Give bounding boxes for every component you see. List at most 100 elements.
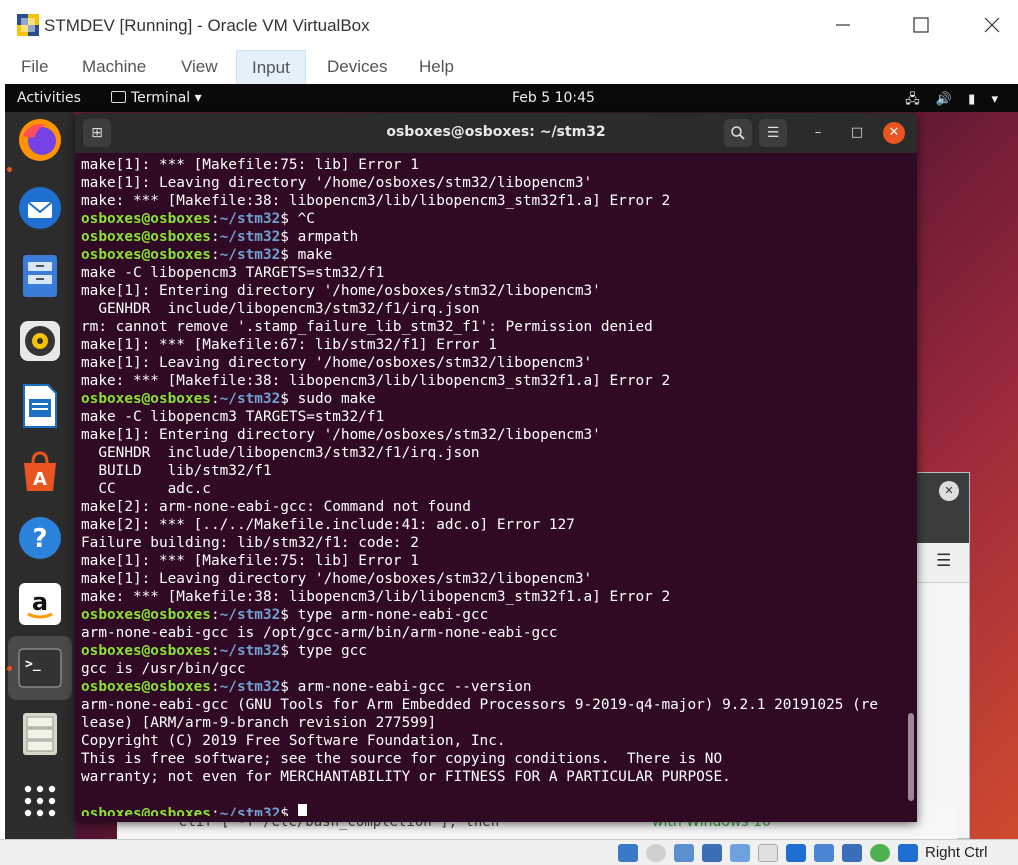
terminal-line: osboxes@osboxes:~/stm32$ type gcc [81, 642, 907, 660]
terminal-scrollbar[interactable] [908, 713, 914, 801]
terminal-headerbar[interactable]: ⊞ osboxes@osboxes: ~/stm32 ☰ – □ ✕ [75, 113, 917, 153]
clock[interactable]: Feb 5 10:45 [512, 90, 595, 106]
activities-button[interactable]: Activities [17, 90, 81, 106]
terminal-line: osboxes@osboxes:~/stm32$ [81, 804, 907, 816]
prompt-user: osboxes@osboxes [81, 607, 211, 623]
terminal-small-icon [111, 91, 126, 103]
terminal-line: make[1]: Leaving directory '/home/osboxe… [81, 354, 907, 372]
software-icon[interactable]: A [16, 447, 64, 495]
background-menu-icon[interactable]: ☰ [936, 551, 951, 571]
running-indicator [7, 666, 12, 671]
prompt-command: $ type arm-none-eabi-gcc [280, 607, 489, 623]
prompt-colon: : [210, 229, 220, 245]
output-text: make[1]: *** [Makefile:75: lib] Error 1 [81, 553, 419, 569]
recording-icon[interactable] [814, 844, 834, 862]
terminal-line: gcc is /usr/bin/gcc [81, 660, 907, 678]
terminal-line: arm-none-eabi-gcc (GNU Tools for Arm Emb… [81, 696, 907, 714]
help-icon[interactable]: ? [16, 514, 64, 562]
menu-machine[interactable]: Machine [67, 50, 161, 84]
maximize-icon[interactable]: □ [847, 123, 867, 143]
window-title: STMDEV [Running] - Oracle VM VirtualBox [44, 16, 370, 35]
app-menu-terminal[interactable]: Terminal ▾ [111, 90, 202, 106]
files-icon[interactable] [16, 252, 64, 300]
search-icon[interactable] [724, 119, 752, 147]
terminal-line: arm-none-eabi-gcc is /opt/gcc-arm/bin/ar… [81, 624, 907, 642]
hamburger-menu-icon[interactable]: ☰ [759, 119, 787, 147]
rhythmbox-icon[interactable] [16, 317, 64, 365]
audio-icon[interactable] [674, 844, 694, 862]
menu-view[interactable]: View [166, 50, 233, 84]
close-icon[interactable]: ✕ [883, 122, 905, 144]
vbox-menubar: File Machine View Input Devices Help [0, 50, 1018, 84]
hard-disk-icon[interactable] [618, 844, 638, 862]
optical-drive-icon[interactable] [646, 844, 666, 862]
libreoffice-writer-icon[interactable] [16, 382, 64, 430]
running-indicator [7, 167, 12, 172]
prompt-path: ~/stm32 [219, 247, 281, 263]
host-key-label: Right Ctrl [925, 844, 988, 861]
keyboard-capture-icon[interactable] [898, 844, 918, 862]
file-cabinet-icon[interactable] [16, 710, 64, 758]
terminal-line: osboxes@osboxes:~/stm32$ armpath [81, 228, 907, 246]
text-cursor [297, 804, 307, 816]
output-text: BUILD lib/stm32/f1 [81, 463, 272, 479]
terminal-line: make -C libopencm3 TARGETS=stm32/f1 [81, 264, 907, 282]
terminal-line: Copyright (C) 2019 Free Software Foundat… [81, 732, 907, 750]
terminal-window[interactable]: ⊞ osboxes@osboxes: ~/stm32 ☰ – □ ✕ make[… [75, 113, 917, 822]
terminal-line: This is free software; see the source fo… [81, 750, 907, 768]
terminal-line: make[1]: *** [Makefile:75: lib] Error 1 [81, 552, 907, 570]
prompt-path: ~/stm32 [219, 679, 281, 695]
terminal-line: warranty; not even for MERCHANTABILITY o… [81, 768, 907, 786]
close-icon[interactable] [981, 14, 1003, 36]
output-text: make -C libopencm3 TARGETS=stm32/f1 [81, 409, 385, 425]
prompt-user: osboxes@osboxes [81, 391, 211, 407]
output-text: make: *** [Makefile:38: libopencm3/lib/l… [81, 589, 671, 605]
menu-devices[interactable]: Devices [312, 50, 402, 84]
terminal-line: make[1]: Leaving directory '/home/osboxe… [81, 174, 907, 192]
amazon-icon[interactable]: a [16, 580, 64, 628]
terminal-output[interactable]: make[1]: *** [Makefile:75: lib] Error 1 m… [81, 156, 907, 816]
menu-help[interactable]: Help [404, 50, 469, 84]
terminal-line: GENHDR include/libopencm3/stm32/f1/irq.j… [81, 300, 907, 318]
terminal-line: osboxes@osboxes:~/stm32$ make [81, 246, 907, 264]
terminal-line: CC adc.c [81, 480, 907, 498]
usb-icon[interactable] [730, 844, 750, 862]
shared-folders-icon[interactable] [758, 844, 778, 862]
output-text: Copyright (C) 2019 Free Software Foundat… [81, 733, 506, 749]
app-grid-icon[interactable] [16, 777, 64, 825]
prompt-user: osboxes@osboxes [81, 643, 211, 659]
ubuntu-dock: A ? a >_ [5, 112, 75, 839]
output-text: make[1]: *** [Makefile:75: lib] Error 1 [81, 157, 419, 173]
network-icon[interactable] [702, 844, 722, 862]
mouse-integration-icon[interactable] [870, 844, 890, 862]
terminal-title: osboxes@osboxes: ~/stm32 [386, 124, 606, 140]
maximize-icon[interactable] [910, 14, 932, 36]
firefox-icon[interactable] [16, 116, 64, 164]
output-text: Failure building: lib/stm32/f1: code: 2 [81, 535, 419, 551]
guest-desktop: Activities Terminal ▾ Feb 5 10:45 🖧 🔊 ▮ … [5, 84, 1018, 839]
minimize-icon[interactable] [832, 14, 854, 36]
terminal-icon[interactable]: >_ [16, 644, 64, 692]
menu-file[interactable]: File [6, 50, 63, 84]
prompt-path: ~/stm32 [219, 806, 281, 816]
prompt-colon: : [210, 643, 220, 659]
display-icon[interactable] [786, 844, 806, 862]
thunderbird-icon[interactable] [16, 184, 64, 232]
prompt-command: $ armpath [280, 229, 359, 245]
output-text: CC adc.c [81, 481, 211, 497]
terminal-line: osboxes@osboxes:~/stm32$ sudo make [81, 390, 907, 408]
amazon-glyph: a [32, 588, 48, 616]
software-glyph: A [33, 469, 47, 490]
prompt-colon: : [210, 806, 220, 816]
menu-input[interactable]: Input [236, 50, 306, 84]
terminal-line: make[2]: *** [../../Makefile.include:41:… [81, 516, 907, 534]
system-tray[interactable]: 🖧 🔊 ▮ ▾ [905, 90, 1004, 112]
background-close-icon[interactable]: ✕ [939, 481, 959, 501]
output-text: GENHDR include/libopencm3/stm32/f1/irq.j… [81, 301, 480, 317]
minimize-icon[interactable]: – [808, 123, 828, 143]
vbox-statusbar: Right Ctrl [0, 839, 1018, 865]
output-text: warranty; not even for MERCHANTABILITY o… [81, 769, 731, 785]
terminal-line: make -C libopencm3 TARGETS=stm32/f1 [81, 408, 907, 426]
cpu-icon[interactable] [842, 844, 862, 862]
output-text: make[2]: *** [../../Makefile.include:41:… [81, 517, 575, 533]
